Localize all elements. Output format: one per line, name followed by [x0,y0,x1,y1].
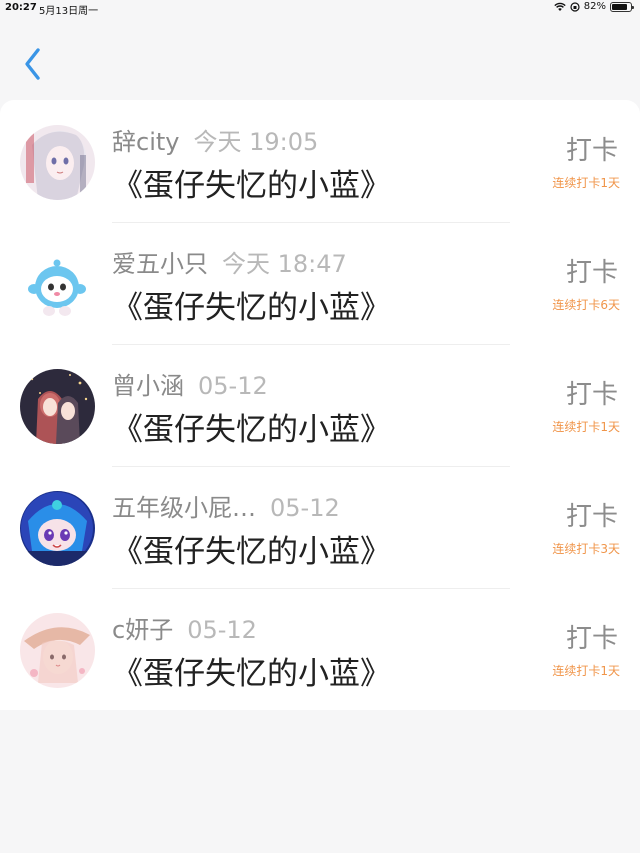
user-line: 辞city 今天 19:05 [112,122,318,157]
avatar[interactable] [20,613,95,688]
checkin-label: 打卡 [565,624,618,654]
status-date: 5月13日周一 [39,6,99,17]
checkin-label: 打卡 [565,502,618,532]
book-title: 《蛋仔失忆的小蓝》 [112,534,391,570]
streak-label: 连续打卡1天 [552,176,620,190]
nav-header [0,16,640,98]
user-line: c妍子 05-12 [112,610,257,645]
checkin-list: 辞city 今天 19:05 《蛋仔失忆的小蓝》 打卡 连续打卡1天 爱五小只 今天… [0,100,640,710]
user-name[interactable]: 五年级小屁… [112,494,256,522]
avatar[interactable] [20,369,95,444]
post-time: 今天 18:47 [222,250,347,278]
checkin-label: 打卡 [565,258,618,288]
streak-label: 连续打卡1天 [552,664,620,678]
post-time: 今天 19:05 [193,128,319,156]
avatar[interactable] [20,491,95,566]
checkin-label: 打卡 [565,380,618,410]
user-name[interactable]: 爱五小只 [112,250,208,278]
streak-label: 连续打卡3天 [552,542,620,556]
wifi-icon [554,2,566,11]
back-button[interactable] [18,44,50,84]
user-name[interactable]: 辞city [112,128,179,156]
post-time: 05-12 [198,372,268,400]
checkin-row[interactable]: 五年级小屁… 05-12 《蛋仔失忆的小蓝》 打卡 连续打卡3天 [0,466,640,588]
checkin-label: 打卡 [565,136,618,166]
checkin-row[interactable]: 辞city 今天 19:05 《蛋仔失忆的小蓝》 打卡 连续打卡1天 [0,100,640,222]
book-title: 《蛋仔失忆的小蓝》 [112,656,391,692]
status-indicators: 82% [554,1,634,12]
user-name[interactable]: 曾小涵 [112,372,184,400]
user-name[interactable]: c妍子 [112,616,173,644]
checkin-row[interactable]: 爱五小只 今天 18:47 《蛋仔失忆的小蓝》 打卡 连续打卡6天 [0,222,640,344]
book-title: 《蛋仔失忆的小蓝》 [112,412,391,448]
book-title: 《蛋仔失忆的小蓝》 [112,168,391,204]
streak-label: 连续打卡1天 [552,420,620,434]
user-line: 爱五小只 今天 18:47 [112,244,347,279]
orientation-lock-icon [570,1,580,12]
status-time: 20:27 [5,2,37,13]
user-line: 五年级小屁… 05-12 [112,488,340,523]
chevron-left-icon [25,48,40,80]
post-time: 05-12 [187,616,257,644]
book-title: 《蛋仔失忆的小蓝》 [112,290,391,326]
post-time: 05-12 [270,494,340,522]
battery-icon [610,1,634,12]
status-bar: 20:27 5月13日周一 82% [0,0,640,17]
avatar[interactable] [20,247,95,322]
battery-percent: 82% [583,1,606,12]
streak-label: 连续打卡6天 [552,298,620,312]
avatar[interactable] [20,125,95,200]
checkin-row[interactable]: c妍子 05-12 《蛋仔失忆的小蓝》 打卡 连续打卡1天 [0,588,640,710]
checkin-row[interactable]: 曾小涵 05-12 《蛋仔失忆的小蓝》 打卡 连续打卡1天 [0,344,640,466]
user-line: 曾小涵 05-12 [112,366,268,401]
